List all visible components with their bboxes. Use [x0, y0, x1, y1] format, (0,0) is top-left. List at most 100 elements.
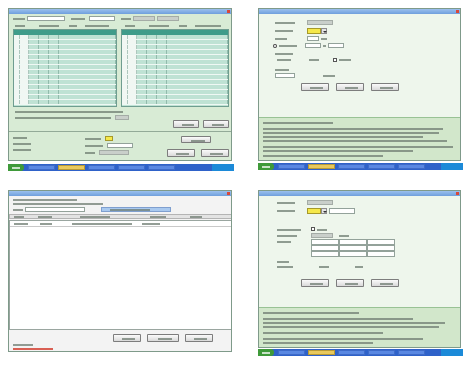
table-cell[interactable] — [157, 65, 167, 69]
list-item[interactable] — [10, 222, 231, 227]
taskbar-tab[interactable] — [398, 350, 425, 355]
table-cell[interactable] — [29, 70, 39, 74]
close-icon[interactable] — [227, 192, 230, 195]
radio-button[interactable] — [273, 44, 277, 48]
taskbar-tab[interactable] — [58, 165, 85, 170]
table-cell[interactable] — [137, 35, 147, 39]
table-cell[interactable] — [49, 100, 59, 104]
table-cell[interactable] — [137, 80, 147, 84]
table-cell[interactable] — [39, 35, 49, 39]
table-cell[interactable] — [39, 45, 49, 49]
action-button[interactable] — [203, 120, 229, 128]
table-cell[interactable] — [157, 95, 167, 99]
text-field[interactable] — [339, 251, 367, 257]
table-cell[interactable] — [29, 90, 39, 94]
action-button[interactable] — [113, 334, 141, 342]
table-cell[interactable] — [20, 90, 29, 94]
table-cell[interactable] — [147, 35, 157, 39]
table-cell[interactable] — [157, 40, 167, 44]
table-cell[interactable] — [59, 45, 116, 49]
table-cell[interactable] — [157, 70, 167, 74]
table-cell[interactable] — [137, 60, 147, 64]
table-cell[interactable] — [147, 85, 157, 89]
text-field[interactable] — [307, 36, 319, 41]
table-cell[interactable] — [49, 80, 59, 84]
table-cell[interactable] — [147, 80, 157, 84]
table-cell[interactable] — [147, 90, 157, 94]
selected-item[interactable] — [101, 207, 171, 212]
table-cell[interactable] — [137, 90, 147, 94]
table-cell[interactable] — [49, 60, 59, 64]
table-cell[interactable] — [147, 95, 157, 99]
table-cell[interactable] — [20, 40, 29, 44]
action-button[interactable] — [201, 149, 229, 157]
start-button[interactable] — [8, 164, 24, 171]
action-button[interactable] — [301, 83, 329, 91]
table-cell[interactable] — [49, 40, 59, 44]
table-cell[interactable] — [147, 65, 157, 69]
table-cell[interactable] — [128, 85, 137, 89]
text-field[interactable] — [329, 208, 355, 214]
table-cell[interactable] — [29, 55, 39, 59]
table-cell[interactable] — [147, 50, 157, 54]
table-cell[interactable] — [128, 65, 137, 69]
table-cell[interactable] — [59, 70, 116, 74]
close-icon[interactable] — [227, 10, 230, 13]
highlighted-field[interactable] — [307, 28, 321, 34]
table-cell[interactable] — [29, 100, 39, 104]
table-cell[interactable] — [167, 60, 228, 64]
table-cell[interactable] — [29, 80, 39, 84]
action-button[interactable] — [336, 83, 364, 91]
taskbar-tab[interactable] — [148, 165, 175, 170]
start-button[interactable] — [258, 349, 274, 356]
table-cell[interactable] — [128, 60, 137, 64]
table-cell[interactable] — [147, 60, 157, 64]
table-cell[interactable] — [20, 50, 29, 54]
table-cell[interactable] — [59, 40, 116, 44]
table-cell[interactable] — [137, 85, 147, 89]
table-row[interactable] — [14, 100, 116, 105]
action-button[interactable] — [371, 279, 399, 287]
table-cell[interactable] — [167, 95, 228, 99]
table-cell[interactable] — [157, 80, 167, 84]
table-cell[interactable] — [167, 65, 228, 69]
table-cell[interactable] — [167, 35, 228, 39]
table-cell[interactable] — [128, 50, 137, 54]
taskbar-tab[interactable] — [308, 350, 335, 355]
table-cell[interactable] — [49, 85, 59, 89]
table-cell[interactable] — [49, 70, 59, 74]
highlighted-field[interactable] — [105, 136, 113, 141]
table-cell[interactable] — [59, 50, 116, 54]
table-cell[interactable] — [137, 100, 147, 104]
table-cell[interactable] — [20, 60, 29, 64]
table-cell[interactable] — [147, 55, 157, 59]
table-cell[interactable] — [59, 75, 116, 79]
table-cell[interactable] — [39, 55, 49, 59]
table-row[interactable] — [122, 100, 228, 105]
table-cell[interactable] — [49, 75, 59, 79]
table-cell[interactable] — [49, 35, 59, 39]
table-cell[interactable] — [59, 35, 116, 39]
table-cell[interactable] — [167, 100, 228, 104]
table-cell[interactable] — [157, 50, 167, 54]
table-cell[interactable] — [157, 35, 167, 39]
table-cell[interactable] — [167, 80, 228, 84]
table-cell[interactable] — [128, 100, 137, 104]
start-button[interactable] — [258, 163, 274, 170]
table-cell[interactable] — [20, 75, 29, 79]
table-cell[interactable] — [39, 80, 49, 84]
table-cell[interactable] — [29, 35, 39, 39]
table-cell[interactable] — [137, 55, 147, 59]
table-cell[interactable] — [157, 90, 167, 94]
table-cell[interactable] — [128, 45, 137, 49]
text-field[interactable] — [25, 207, 85, 212]
table-cell[interactable] — [137, 95, 147, 99]
table-cell[interactable] — [157, 60, 167, 64]
table-cell[interactable] — [147, 100, 157, 104]
table-cell[interactable] — [29, 85, 39, 89]
action-button[interactable] — [336, 279, 364, 287]
dropdown-button[interactable] — [321, 28, 327, 34]
close-icon[interactable] — [456, 192, 459, 195]
table-cell[interactable] — [29, 95, 39, 99]
table-cell[interactable] — [20, 65, 29, 69]
